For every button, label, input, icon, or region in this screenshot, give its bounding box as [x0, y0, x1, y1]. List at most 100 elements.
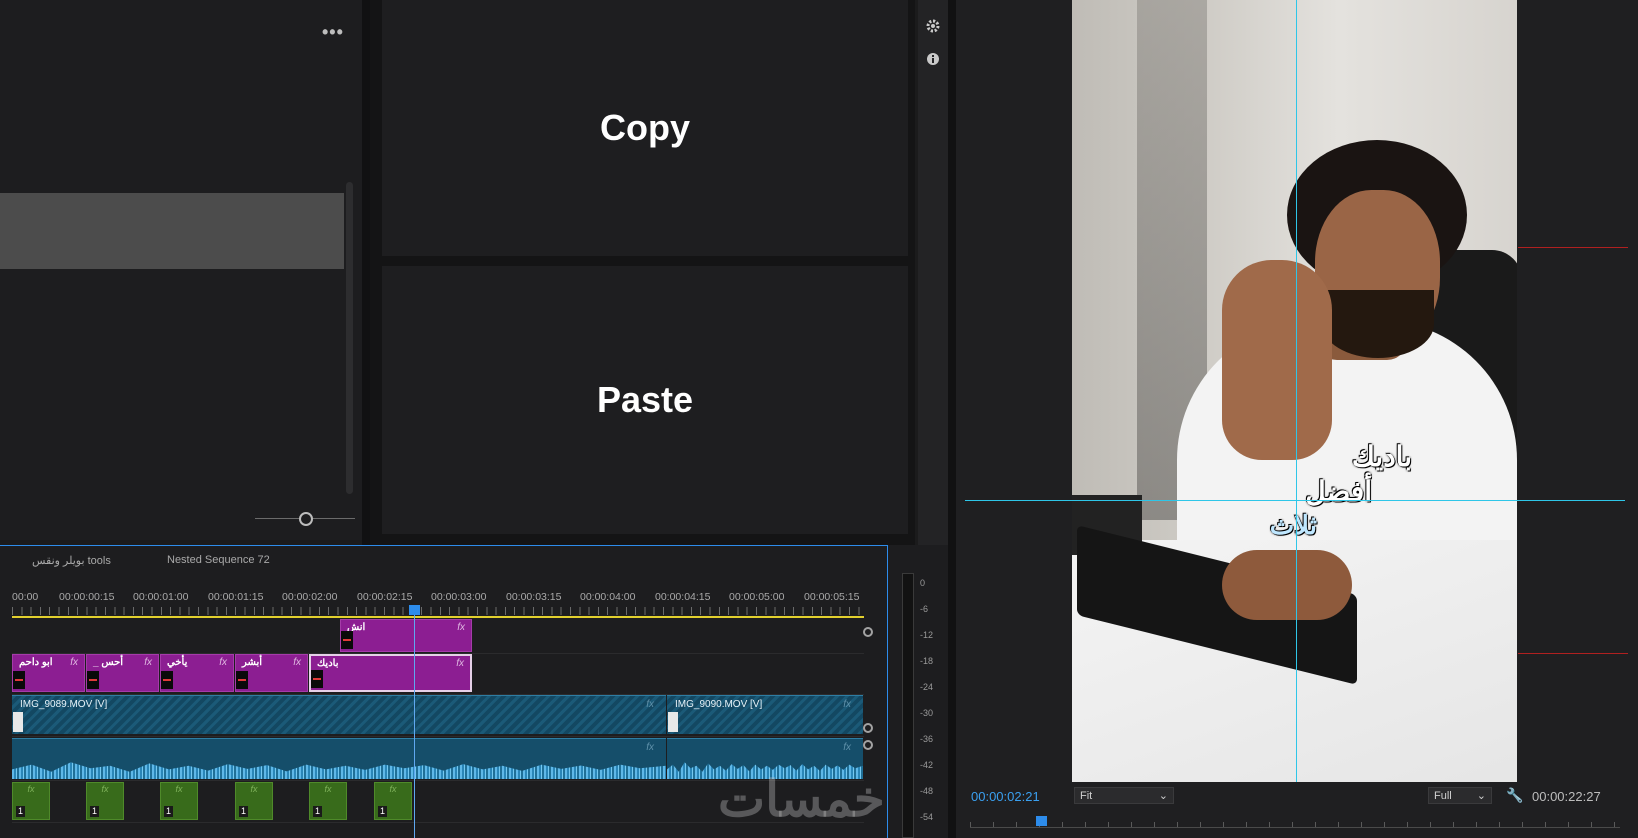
clip-number: 1	[378, 806, 388, 817]
clip-thumbnail	[87, 671, 99, 689]
fx-badge[interactable]: fx	[456, 658, 464, 669]
chevron-down-icon: ⌄	[1476, 790, 1486, 802]
caption-clip[interactable]: ابو داحم fx	[12, 654, 85, 692]
track-height-toggle[interactable]	[863, 627, 873, 637]
clip-thumbnail	[13, 712, 23, 732]
fx-badge[interactable]: fx	[27, 784, 34, 794]
caption-line: ثلاث	[1269, 510, 1317, 540]
audio-clip[interactable]: fx	[12, 738, 666, 779]
tab-sequence-tools[interactable]: بويلر ونقس tools	[32, 554, 111, 567]
wrench-icon[interactable]: 🔧	[1506, 787, 1523, 804]
clip-number: 1	[90, 806, 100, 817]
duration-timecode: 00:00:22:27	[1532, 789, 1601, 804]
panel-separator[interactable]	[362, 0, 370, 545]
graphic-clip[interactable]: fx 1	[86, 782, 124, 820]
copy-button[interactable]: Copy	[382, 0, 908, 256]
caption-clip-selected[interactable]: باديك fx	[309, 654, 472, 692]
graphic-clip[interactable]: fx 1	[309, 782, 347, 820]
work-area-bar[interactable]	[12, 616, 864, 618]
graphic-clip[interactable]: fx 1	[374, 782, 412, 820]
meter-label: -6	[920, 604, 929, 614]
safe-margin-guide	[1518, 247, 1628, 248]
clip-thumbnail	[668, 712, 678, 732]
fx-badge[interactable]: fx	[646, 699, 654, 710]
ruler-label: 00:00	[12, 591, 39, 603]
ruler-label: 00:00:05:00	[729, 591, 785, 603]
caption-clip[interactable]: انش fx	[340, 619, 472, 652]
source-panel	[0, 0, 362, 540]
caption-line: أفضل	[1305, 476, 1372, 507]
horizontal-guide[interactable]	[965, 500, 1625, 501]
playhead-line[interactable]	[414, 606, 415, 838]
ruler-label: 00:00:01:00	[133, 591, 189, 603]
fx-badge[interactable]: fx	[101, 784, 108, 794]
fx-badge[interactable]: fx	[219, 657, 227, 668]
caption-clip[interactable]: يأخي fx	[160, 654, 234, 692]
vertical-guide[interactable]	[1296, 0, 1297, 782]
tab-nested-sequence[interactable]: Nested Sequence 72	[167, 554, 270, 566]
track-height-toggle[interactable]	[863, 740, 873, 750]
zoom-select-value: Fit	[1080, 789, 1093, 802]
fx-badge[interactable]: fx	[250, 784, 257, 794]
fx-badge[interactable]: fx	[646, 742, 654, 753]
graphic-clip[interactable]: fx 1	[160, 782, 198, 820]
clip-thumbnail	[236, 671, 248, 689]
paste-button[interactable]: Paste	[382, 266, 908, 534]
fx-badge[interactable]: fx	[70, 657, 78, 668]
vertical-scrollbar[interactable]	[346, 182, 353, 494]
panel-menu-button[interactable]: •••	[322, 22, 344, 43]
ruler-label: 00:00:04:15	[655, 591, 711, 603]
meter-label: -18	[920, 656, 934, 666]
gear-icon[interactable]	[925, 18, 941, 34]
clip-label: أبشر	[242, 657, 262, 668]
playhead-timecode[interactable]: 00:00:02:21	[971, 789, 1040, 804]
clip-thumbnail	[161, 671, 173, 689]
monitor-scrubber[interactable]	[970, 827, 1620, 828]
caption-clip[interactable]: أبشر fx	[235, 654, 308, 692]
fx-badge[interactable]: fx	[175, 784, 182, 794]
clip-label: IMG_9089.MOV [V]	[20, 699, 108, 710]
audio-waveform	[12, 762, 666, 779]
meter-label: -30	[920, 708, 934, 718]
zoom-slider-handle[interactable]	[299, 512, 313, 526]
panel-separator-2[interactable]	[948, 0, 956, 838]
fx-badge[interactable]: fx	[324, 784, 331, 794]
video-clip[interactable]: IMG_9089.MOV [V] fx	[12, 695, 666, 734]
meter-label: -36	[920, 734, 934, 744]
video-clip[interactable]: IMG_9090.MOV [V] fx	[667, 695, 863, 734]
track-height-toggle[interactable]	[863, 723, 873, 733]
quality-select-value: Full	[1434, 789, 1452, 802]
quality-select[interactable]: Full ⌄	[1428, 787, 1492, 804]
ruler-label: 00:00:02:00	[282, 591, 338, 603]
timeline-ruler[interactable]	[12, 607, 864, 615]
clip-number: 1	[313, 806, 323, 817]
graphic-clip[interactable]: fx 1	[235, 782, 273, 820]
zoom-select[interactable]: Fit ⌄	[1074, 787, 1174, 804]
fx-badge[interactable]: fx	[389, 784, 396, 794]
ruler-label: 00:00:00:15	[59, 591, 115, 603]
selected-list-item[interactable]	[0, 193, 344, 269]
meter-label: 0	[920, 578, 926, 588]
info-icon[interactable]	[925, 51, 941, 67]
clip-number: 1	[16, 806, 26, 817]
ruler-label: 00:00:02:15	[357, 591, 413, 603]
playhead-handle[interactable]	[409, 605, 420, 615]
fx-badge[interactable]: fx	[144, 657, 152, 668]
video-preview[interactable]: باديك أفضل ثلاث	[1072, 0, 1517, 782]
fx-badge[interactable]: fx	[843, 699, 851, 710]
clip-number: 1	[164, 806, 174, 817]
meter-label: -54	[920, 812, 934, 822]
clip-label: IMG_9090.MOV [V]	[675, 699, 763, 710]
clip-thumbnail	[311, 670, 323, 688]
clip-thumbnail	[13, 671, 25, 689]
ruler-label: 00:00:03:15	[506, 591, 562, 603]
graphic-clip[interactable]: fx 1	[12, 782, 50, 820]
side-toolbar	[918, 0, 948, 545]
caption-line: باديك	[1351, 441, 1412, 472]
clip-thumbnail	[341, 631, 353, 649]
fx-badge[interactable]: fx	[293, 657, 301, 668]
monitor-playhead[interactable]	[1036, 816, 1047, 826]
fx-badge[interactable]: fx	[457, 622, 465, 633]
fx-badge[interactable]: fx	[843, 742, 851, 753]
caption-clip[interactable]: _ أحس fx	[86, 654, 159, 692]
